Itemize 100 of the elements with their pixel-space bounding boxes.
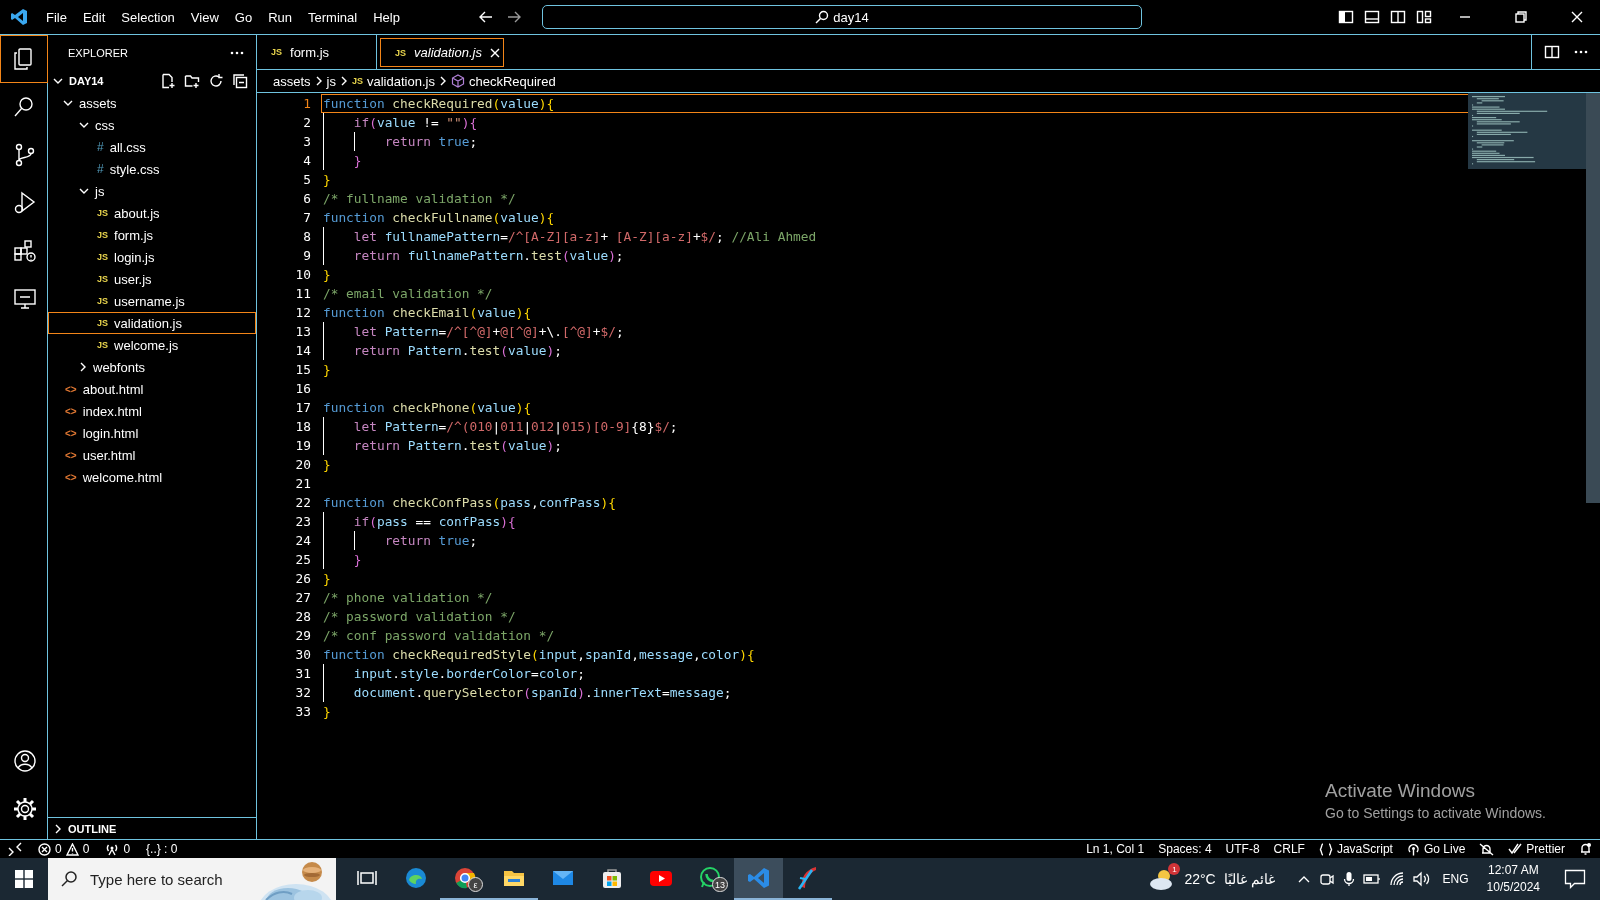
tree-item[interactable]: # all.css [48,136,256,158]
activation-notice-title: Activate Windows [1325,780,1476,802]
tree-item[interactable]: JS validation.js [48,312,256,334]
menu-item[interactable]: Go [226,9,261,25]
code-line: function checkRequired(value){ [323,95,555,112]
line-number: 1 [302,95,312,113]
breadcrumb-item[interactable]: checkRequired [450,73,556,89]
status-item[interactable]: {..} : 0 [146,842,178,856]
close-icon[interactable] [1571,11,1583,23]
sidebar-layout-icon[interactable] [1338,9,1354,25]
files-icon[interactable] [0,35,48,83]
battery-icon[interactable] [1362,871,1381,887]
menu-item[interactable]: Help [365,9,408,25]
language-status[interactable]: JavaScript [1318,842,1393,856]
tree-folder[interactable]: assets [48,92,256,114]
code-line: return fullnamePattern.test(value); [353,247,624,264]
tree-item[interactable]: <> welcome.html [48,466,256,488]
command-search-field[interactable]: day14 [542,5,1142,29]
line-number: 26 [294,570,312,588]
tree-item[interactable]: # style.css [48,158,256,180]
microphone-icon[interactable] [1342,871,1355,887]
line-number: 16 [294,380,312,398]
bell-icon[interactable] [1579,842,1592,856]
refresh-icon[interactable] [208,73,224,89]
new-file-icon[interactable] [160,73,176,89]
editor-tab[interactable]: JS validation.js [380,38,504,67]
clock[interactable]: 12:07 AM 10/5/2024 [1480,862,1546,896]
status-item[interactable]: CRLF [1273,842,1305,856]
go-live-status[interactable]: Go Live [1406,842,1466,856]
tree-item[interactable]: JS username.js [48,290,256,312]
outline-section-header[interactable]: OUTLINE [48,817,256,839]
code-line: } [323,266,331,283]
tree-item[interactable]: <> login.html [48,422,256,444]
folder-header[interactable]: DAY14 [48,70,256,92]
line-number: 11 [294,285,312,303]
new-folder-icon[interactable] [184,73,200,89]
prettier-status[interactable]: Prettier [1508,842,1565,856]
line-number: 31 [294,665,312,683]
notification-badge: ε [468,877,483,892]
wifi-icon[interactable] [1388,871,1405,887]
tree-item[interactable]: JS welcome.js [48,334,256,356]
taskbar-app-button[interactable]: ε [440,858,489,900]
split-editor-icon[interactable] [1544,44,1560,60]
tree-folder[interactable]: js [48,180,256,202]
taskbar-app-button[interactable]: 13 [685,858,734,900]
code-line: } [323,171,331,188]
back-arrow-icon[interactable] [478,9,494,25]
more-icon[interactable] [230,50,244,55]
tree-folder[interactable]: css [48,114,256,136]
menu-item[interactable]: Edit [74,9,114,25]
remote-icon[interactable] [8,842,22,856]
tree-item[interactable]: <> about.html [48,378,256,400]
more-icon[interactable] [1574,50,1588,54]
menu-item[interactable]: Terminal [300,9,366,25]
speaker-icon[interactable] [1412,871,1431,887]
status-item[interactable]: Ln 1, Col 1 [1086,842,1145,856]
menu-item[interactable]: View [182,9,227,25]
split-layout-icon[interactable] [1390,9,1406,25]
ports-status[interactable]: 0 [105,842,131,856]
line-number: 17 [294,399,312,417]
collapse-icon[interactable] [232,73,248,89]
minimap[interactable] [1468,93,1586,169]
input-language[interactable]: ENG [1442,872,1469,886]
code-line: if(value != ""){ [353,114,478,131]
code-line: document.querySelector(spanId).innerText=message; [353,684,732,701]
editor-tab[interactable]: JS form.js [257,35,377,69]
breadcrumb-item[interactable]: JS validation.js [351,73,435,89]
search-field[interactable]: Type here to search [88,869,238,889]
code-line: /* password validation */ [323,608,516,625]
menu-item[interactable]: Run [260,9,300,25]
tree-folder[interactable]: webfonts [48,356,256,378]
panel-layout-icon[interactable] [1364,9,1380,25]
status-item[interactable]: Spaces: 4 [1158,842,1212,856]
breadcrumb-item[interactable]: assets [273,73,311,89]
grid-layout-icon[interactable] [1416,9,1432,25]
line-number: 18 [294,418,312,436]
notifications-icon[interactable] [1564,869,1586,889]
line-number: 6 [302,190,312,208]
crossed-bell-icon[interactable] [1479,842,1495,856]
menu-item[interactable]: Selection [113,9,183,25]
search-icon [60,870,78,888]
tree-item[interactable]: JS about.js [48,202,256,224]
forward-arrow-icon[interactable] [506,9,522,25]
tree-item[interactable]: <> index.html [48,400,256,422]
restore-icon[interactable] [1515,11,1527,23]
line-number: 12 [294,304,312,322]
problems-status[interactable]: 0 0 [38,842,90,856]
code-line: } [323,703,331,720]
tree-item[interactable]: JS form.js [48,224,256,246]
close-icon[interactable] [489,47,500,58]
notification-badge: 13 [712,877,728,892]
tree-item[interactable]: JS login.js [48,246,256,268]
breadcrumb-item[interactable]: js [326,73,336,89]
tree-item[interactable]: <> user.html [48,444,256,466]
editor-icon [746,866,771,890]
scrollbar-thumb[interactable] [1586,93,1600,503]
status-item[interactable]: UTF-8 [1225,842,1260,856]
camera-icon[interactable] [1318,871,1335,887]
tree-item[interactable]: JS user.js [48,268,256,290]
menu-item[interactable]: File [38,9,75,25]
